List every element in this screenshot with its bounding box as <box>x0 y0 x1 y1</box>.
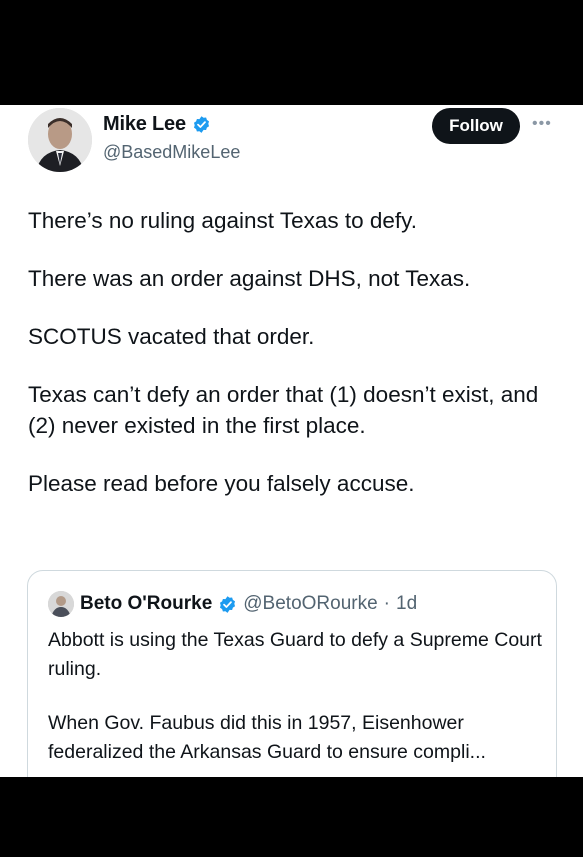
quoted-author-avatar[interactable] <box>48 591 74 617</box>
quoted-paragraph: When Gov. Faubus did this in 1957, Eisen… <box>48 712 486 763</box>
author-avatar[interactable] <box>28 108 92 172</box>
author-name[interactable]: Mike Lee <box>103 113 186 136</box>
follow-button[interactable]: Follow <box>432 108 520 144</box>
verified-badge-icon <box>220 595 236 613</box>
more-options-icon[interactable]: ••• <box>532 115 552 133</box>
author-handle[interactable]: @BasedMikeLee <box>103 142 240 163</box>
quoted-paragraph: Abbott is using the Texas Guard to defy … <box>48 629 542 680</box>
verified-badge-icon <box>193 116 209 133</box>
quoted-author-handle[interactable]: @BetoORourke <box>243 593 377 615</box>
post-paragraph: Please read before you falsely accuse. <box>28 471 415 496</box>
quoted-post-text: Abbott is using the Texas Guard to defy … <box>48 626 543 777</box>
post-paragraph: SCOTUS vacated that order. <box>28 324 315 349</box>
quoted-post-time[interactable]: 1d <box>396 593 417 615</box>
time-separator: · <box>383 593 390 614</box>
post-paragraph: There’s no ruling against Texas to defy. <box>28 208 417 233</box>
post-card: Mike Lee @BasedMikeLee Follow ••• There’… <box>0 105 583 777</box>
quoted-author-name[interactable]: Beto O'Rourke <box>80 593 212 615</box>
post-paragraph: Texas can’t defy an order that (1) doesn… <box>28 382 539 438</box>
quoted-post[interactable]: Beto O'Rourke @BetoORourke · 1d Abbott i… <box>27 570 557 777</box>
post-paragraph: There was an order against DHS, not Texa… <box>28 266 471 291</box>
post-text: There’s no ruling against Texas to defy.… <box>28 205 558 526</box>
